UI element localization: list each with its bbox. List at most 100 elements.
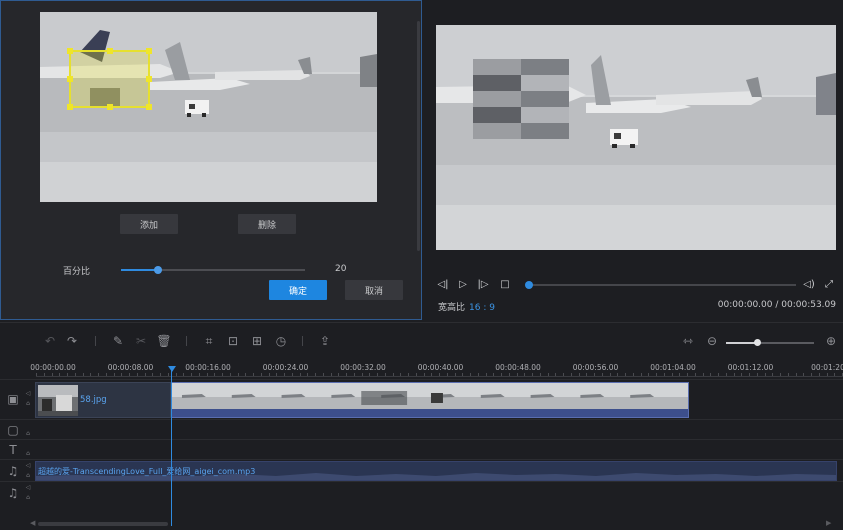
ruler-minor-tick xyxy=(477,373,479,376)
resize-handle-middle-right[interactable] xyxy=(146,76,152,82)
ruler-minor-tick xyxy=(795,373,797,376)
music-track-1: ♫ ◁ ⌂ 超越的爱-TranscendingLove_Full_爱给网_aig… xyxy=(0,459,843,481)
ruler-minor-tick xyxy=(361,373,363,376)
zoom-in-icon[interactable]: ⊕ xyxy=(823,333,839,349)
ruler-minor-tick xyxy=(493,373,495,376)
playhead-handle[interactable] xyxy=(168,366,176,372)
clock-icon[interactable]: ◷ xyxy=(273,333,289,349)
ruler-minor-tick xyxy=(555,373,557,376)
mosaic-icon[interactable]: ⊡ xyxy=(225,333,241,349)
mosaic-selection-box[interactable] xyxy=(67,48,152,110)
play-icon[interactable]: ▷ xyxy=(456,278,470,292)
mosaic-pixel xyxy=(473,75,489,91)
pen-icon[interactable]: ✎ xyxy=(110,333,126,349)
fit-timeline-icon[interactable]: ⇿ xyxy=(680,333,696,349)
undo-icon[interactable]: ↶ xyxy=(42,333,58,349)
zoom-out-icon[interactable]: ⊖ xyxy=(704,333,720,349)
cancel-button[interactable]: 取消 xyxy=(345,280,403,300)
export-icon[interactable]: ⇪ xyxy=(317,333,333,349)
mosaic-pixel xyxy=(505,107,521,123)
image-clip-name: 58.jpg xyxy=(80,395,107,405)
scroll-left-icon[interactable]: ◀ xyxy=(30,519,35,527)
mosaic-pixel xyxy=(553,123,569,139)
scissors-icon[interactable]: ✂ xyxy=(133,333,149,349)
mute-icon[interactable]: ◁ xyxy=(24,484,32,492)
resize-handle-middle-left[interactable] xyxy=(67,76,73,82)
ruler-minor-tick xyxy=(152,373,154,376)
resize-handle-bottom-left[interactable] xyxy=(67,104,73,110)
resize-handle-bottom-right[interactable] xyxy=(146,104,152,110)
playhead[interactable] xyxy=(171,368,172,526)
ruler-minor-tick xyxy=(400,373,402,376)
ruler-minor-tick xyxy=(625,373,626,376)
zoom-slider[interactable] xyxy=(726,339,814,346)
audio-clip-name: 超越的爱-TranscendingLove_Full_爱给网_aigei_com… xyxy=(38,467,256,476)
previous-frame-icon[interactable]: ◁| xyxy=(436,278,450,292)
video-track-header: ▣ ◁ ⌂ xyxy=(0,380,34,419)
video-clip[interactable] xyxy=(171,382,689,418)
zoom-slider-thumb[interactable] xyxy=(753,339,761,346)
mosaic-pixel xyxy=(505,91,521,107)
mosaic-pixel xyxy=(537,123,553,139)
volume-icon[interactable]: ◁) xyxy=(802,278,816,292)
ruler-minor-tick xyxy=(756,373,758,376)
resize-handle-top-right[interactable] xyxy=(146,48,152,54)
redo-icon[interactable]: ↷ xyxy=(64,333,80,349)
percent-label: 百分比 xyxy=(63,267,91,277)
ruler-minor-tick xyxy=(632,373,634,376)
timeline-scrollbar[interactable] xyxy=(38,522,168,526)
percent-slider-fill xyxy=(121,269,158,271)
mosaic-pixel xyxy=(553,107,569,123)
trash-icon[interactable]: 🗑 xyxy=(156,333,172,349)
clip-thumbnail-image xyxy=(38,385,78,416)
seek-thumb[interactable] xyxy=(525,281,533,289)
ruler-minor-tick xyxy=(113,373,115,376)
lock-icon[interactable]: ⌂ xyxy=(24,400,32,408)
ruler-minor-tick xyxy=(415,373,417,376)
ruler-minor-tick xyxy=(470,373,471,376)
resize-handle-top-left[interactable] xyxy=(67,48,73,54)
crop-icon[interactable]: ⌗ xyxy=(201,333,217,349)
music-note-icon: ♫ xyxy=(7,486,19,500)
split-icon[interactable]: ⊞ xyxy=(249,333,265,349)
lock-icon[interactable]: ⌂ xyxy=(24,472,32,480)
music-track-2: ♫ ◁ ⌂ xyxy=(0,481,843,503)
lock-icon[interactable]: ⌂ xyxy=(24,430,32,438)
add-button[interactable]: 添加 xyxy=(120,214,178,234)
time-ruler[interactable]: 00:00:00.00 00:00:08.00 00:00:16.00 00:00:2… xyxy=(0,359,843,379)
fullscreen-icon[interactable]: ⤢ xyxy=(822,278,836,292)
ruler-minor-tick xyxy=(671,373,673,376)
seek-bar[interactable] xyxy=(525,281,796,289)
ruler-minor-tick xyxy=(392,373,394,376)
ruler-minor-tick xyxy=(67,373,68,376)
lock-icon[interactable]: ⌂ xyxy=(24,450,32,458)
confirm-button[interactable]: 确定 xyxy=(269,280,327,300)
resize-handle-bottom-center[interactable] xyxy=(107,104,113,110)
percent-slider[interactable] xyxy=(121,266,305,274)
delete-button[interactable]: 删除 xyxy=(238,214,296,234)
ruler-tick-label: 00:00:00.00 xyxy=(30,363,76,372)
next-frame-icon[interactable]: |▷ xyxy=(476,278,490,292)
ruler-minor-tick xyxy=(408,373,409,376)
percent-slider-thumb[interactable] xyxy=(153,266,162,274)
overlay-track: ▢ ⌂ xyxy=(0,419,843,439)
ruler-minor-tick xyxy=(307,373,309,376)
timeline-toolbar: ↶ ↷ ✎ ✂ 🗑 ⌗ ⊡ ⊞ ◷ ⇪ ⇿ ⊖ ⊕ xyxy=(0,323,843,359)
scroll-right-icon[interactable]: ▶ xyxy=(826,519,831,527)
ruler-minor-tick xyxy=(291,373,293,376)
ruler-minor-tick xyxy=(268,373,270,376)
ruler-minor-tick xyxy=(353,373,355,376)
lock-icon[interactable]: ⌂ xyxy=(24,494,32,502)
resize-handle-top-center[interactable] xyxy=(107,48,113,54)
mosaic-pixel xyxy=(505,59,521,75)
audio-clip[interactable]: 超越的爱-TranscendingLove_Full_爱给网_aigei_com… xyxy=(35,461,837,481)
mosaic-pixel xyxy=(537,75,553,91)
mute-icon[interactable]: ◁ xyxy=(24,390,32,398)
ruler-minor-tick xyxy=(384,373,386,376)
mute-icon[interactable]: ◁ xyxy=(24,462,32,470)
image-clip[interactable]: 58.jpg xyxy=(35,382,171,418)
dialog-scrollbar[interactable] xyxy=(417,21,420,251)
aspect-ratio-value[interactable]: 16 : 9 xyxy=(469,303,495,313)
timeline-panel: ↶ ↷ ✎ ✂ 🗑 ⌗ ⊡ ⊞ ◷ ⇪ ⇿ ⊖ ⊕ 00:00:00.00 00:… xyxy=(0,322,843,530)
stop-icon[interactable]: □ xyxy=(498,278,512,292)
